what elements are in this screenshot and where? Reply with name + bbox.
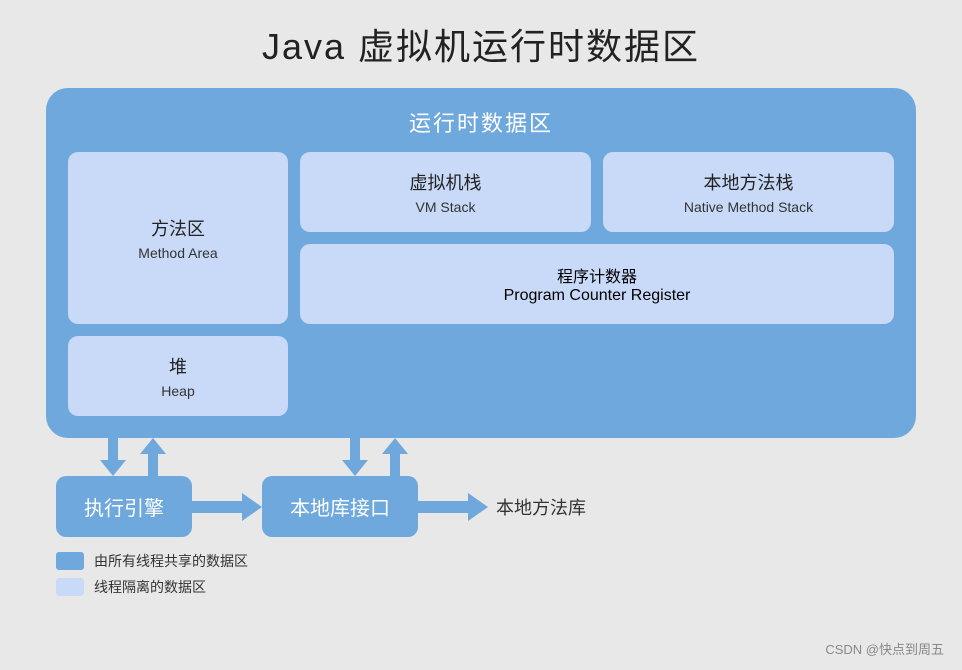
- legend-item-dark: 由所有线程共享的数据区: [56, 551, 916, 571]
- program-counter-en: Program Counter Register: [504, 287, 691, 305]
- boxes-row: 执行引擎 本地库接口 本地方法库: [46, 476, 916, 537]
- watermark: CSDN @快点到周五: [825, 639, 944, 658]
- page-title: Java 虚拟机运行时数据区: [262, 18, 700, 70]
- right-arrow-2: [418, 485, 488, 529]
- program-counter-zh: 程序计数器: [557, 263, 637, 287]
- legend-text-dark: 由所有线程共享的数据区: [94, 551, 248, 571]
- native-method-stack-en: Native Method Stack: [684, 199, 813, 215]
- native-method-stack-zh: 本地方法栈: [704, 169, 794, 195]
- center-arrows-svg: [340, 438, 420, 476]
- legend: 由所有线程共享的数据区 线程隔离的数据区: [46, 551, 916, 597]
- vm-stack-zh: 虚拟机栈: [410, 169, 482, 195]
- legend-color-light: [56, 578, 84, 596]
- page-container: Java 虚拟机运行时数据区 运行时数据区 方法区 Method Area 虚拟…: [0, 0, 962, 670]
- native-interface-box: 本地库接口: [262, 476, 418, 537]
- legend-color-dark: [56, 552, 84, 570]
- heap-zh: 堆: [169, 353, 187, 379]
- left-arrows-svg: [98, 438, 178, 476]
- execute-engine-box: 执行引擎: [56, 476, 192, 537]
- inner-grid: 方法区 Method Area 虚拟机栈 VM Stack 本地方法栈 Nati…: [68, 152, 894, 324]
- method-area-cell: 方法区 Method Area: [68, 152, 288, 324]
- right-top-row: 虚拟机栈 VM Stack 本地方法栈 Native Method Stack: [300, 152, 894, 232]
- legend-item-light: 线程隔离的数据区: [56, 577, 916, 597]
- legend-text-light: 线程隔离的数据区: [94, 577, 206, 597]
- heap-cell: 堆 Heap: [68, 336, 288, 416]
- heap-en: Heap: [161, 383, 194, 399]
- runtime-container: 运行时数据区 方法区 Method Area 虚拟机栈 VM Stack 本地方…: [46, 88, 916, 438]
- method-area-zh: 方法区: [151, 215, 205, 241]
- program-counter-cell: 程序计数器 Program Counter Register: [300, 244, 894, 324]
- vm-stack-en: VM Stack: [416, 199, 476, 215]
- method-area-en: Method Area: [138, 245, 217, 261]
- native-lib-label: 本地方法库: [496, 494, 586, 520]
- native-method-stack-cell: 本地方法栈 Native Method Stack: [603, 152, 894, 232]
- arrows-row: [46, 438, 916, 476]
- runtime-label: 运行时数据区: [409, 106, 553, 138]
- right-arrow-1: [192, 485, 262, 529]
- vm-stack-cell: 虚拟机栈 VM Stack: [300, 152, 591, 232]
